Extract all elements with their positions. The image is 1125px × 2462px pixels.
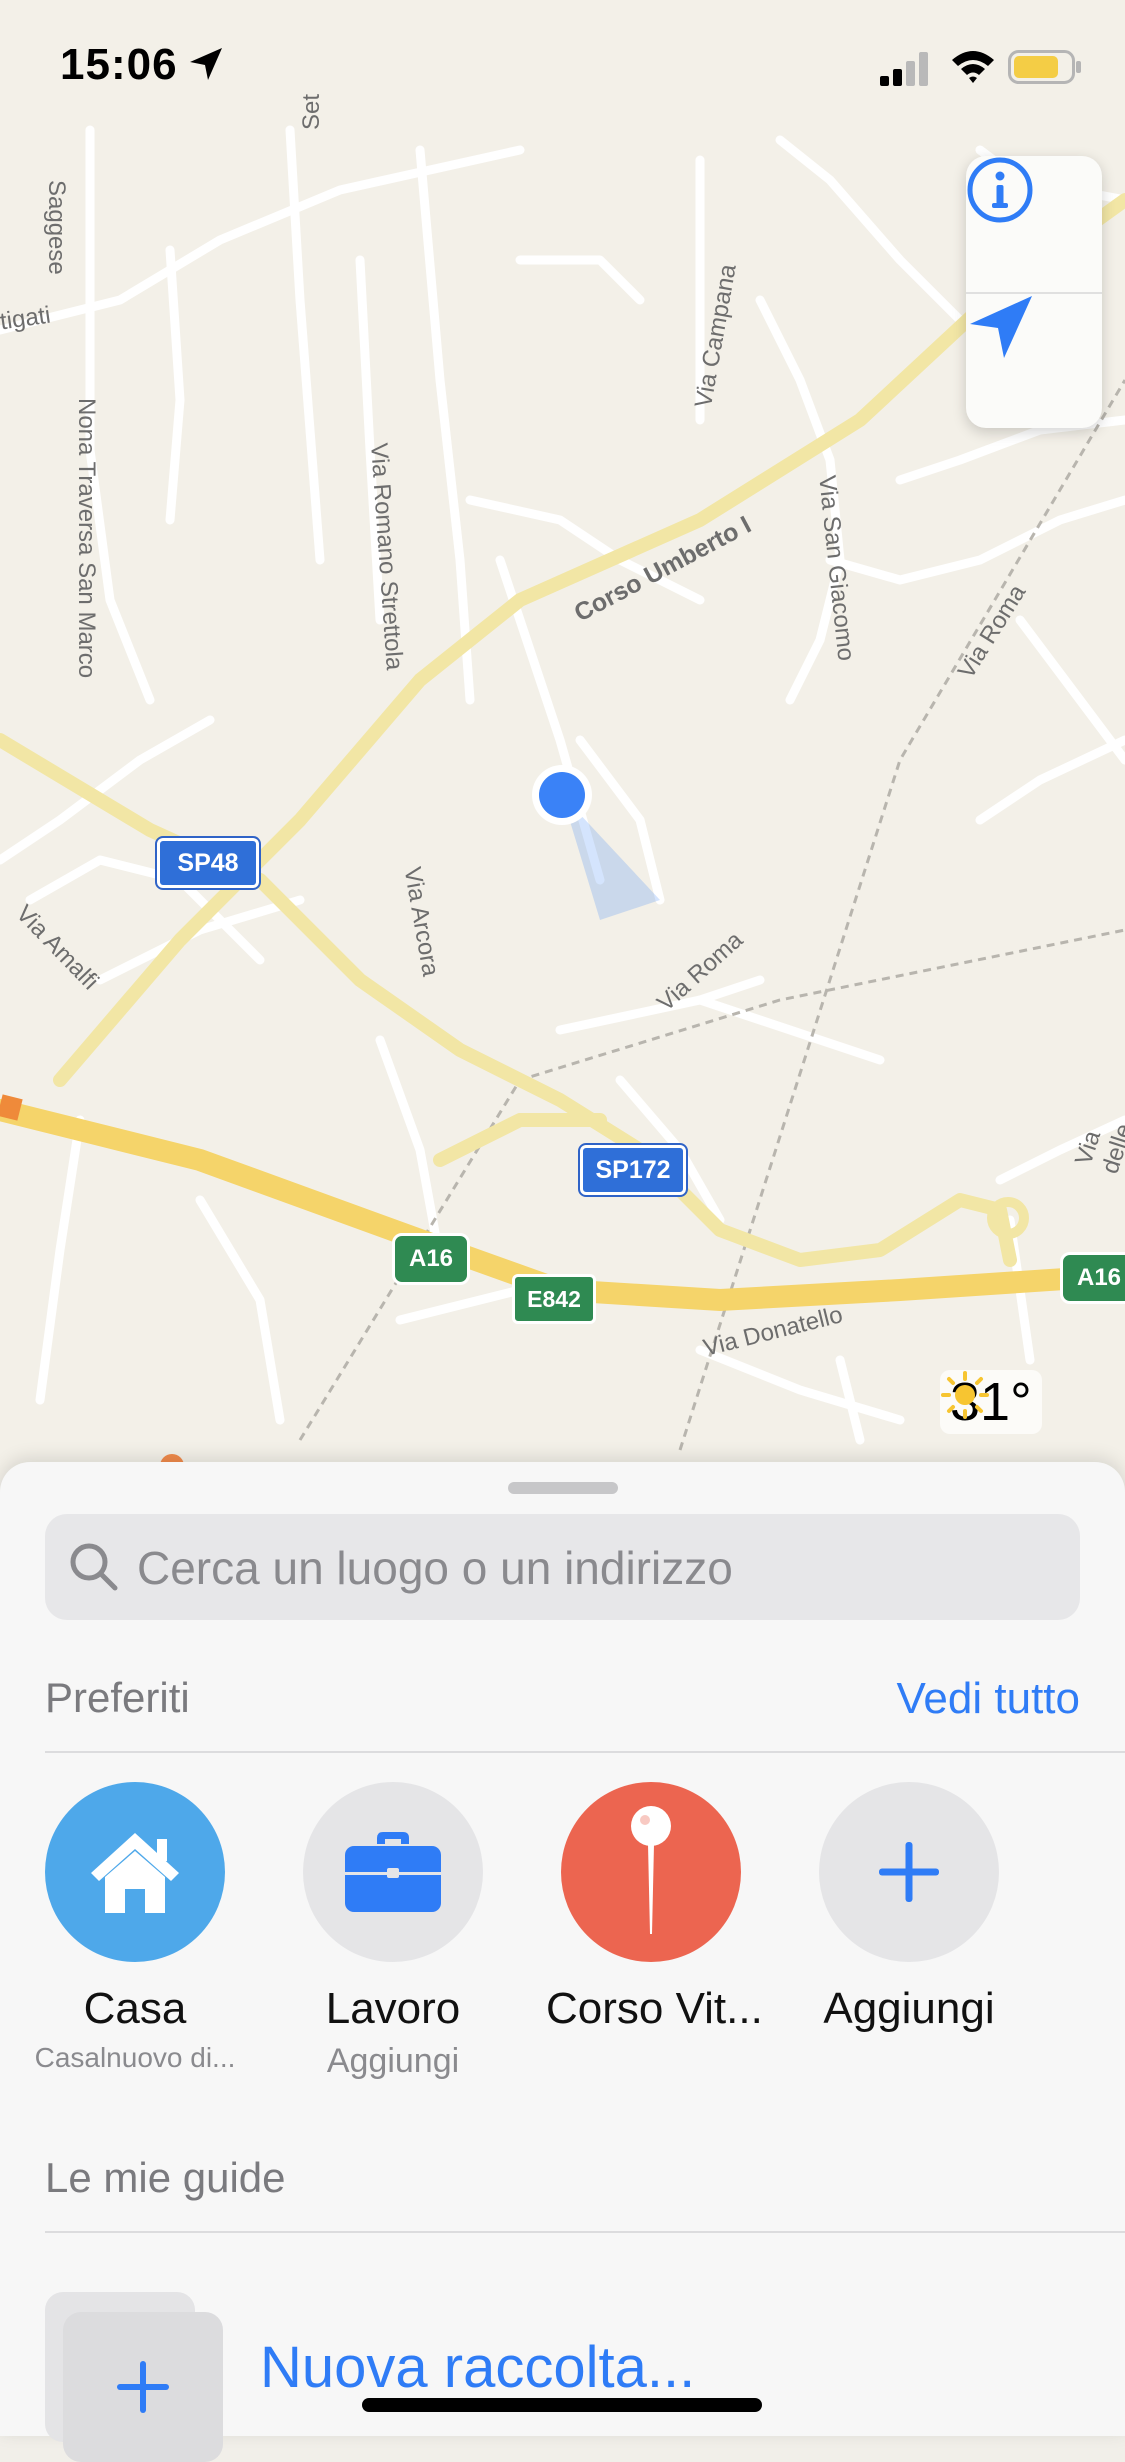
favorite-work-circle — [303, 1782, 483, 1962]
road-shield-e842: E842 — [512, 1274, 596, 1324]
see-all-link[interactable]: Vedi tutto — [897, 1674, 1080, 1724]
plus-icon — [117, 2361, 169, 2413]
wifi-icon — [952, 51, 994, 83]
collection-thumbnail — [45, 2292, 225, 2462]
search-icon — [70, 1543, 118, 1591]
road-shield-sp172: SP172 — [578, 1143, 688, 1197]
divider — [45, 2231, 1125, 2233]
home-indicator[interactable] — [362, 2398, 762, 2412]
search-bar[interactable] — [45, 1514, 1080, 1622]
locate-me-button[interactable] — [966, 292, 1102, 428]
favorite-label: Lavoro — [325, 1984, 461, 2033]
location-arrow-icon — [970, 296, 1032, 358]
briefcase-icon — [345, 1832, 441, 1912]
weather-widget: 31° — [940, 1370, 1042, 1434]
plus-icon — [879, 1842, 939, 1902]
favorite-home[interactable]: Casa Casalnuovo di... — [30, 1782, 240, 2074]
favorite-sublabel: Aggiungi — [326, 2042, 460, 2080]
favorite-label: Aggiungi — [823, 1984, 995, 2033]
map-controls — [966, 156, 1102, 428]
street-label: Saggese — [43, 180, 70, 275]
guides-header: Le mie guide — [45, 2154, 1080, 2214]
bottom-sheet[interactable]: Preferiti Vedi tutto Casa Casalnuovo di.… — [0, 1462, 1125, 2462]
favorite-sublabel: Casalnuovo di... — [34, 2042, 236, 2073]
map-canvas — [0, 0, 1125, 1480]
house-icon — [91, 1833, 179, 1913]
road-shield-a16: A16 — [1060, 1252, 1125, 1304]
favorite-home-circle — [45, 1782, 225, 1962]
sheet-grabber[interactable] — [508, 1482, 618, 1494]
divider — [45, 1751, 1125, 1753]
new-collection-label: Nuova raccolta... — [260, 2335, 696, 2400]
favorites-title: Preferiti — [45, 1674, 190, 1721]
location-services-icon — [190, 48, 222, 80]
road-shield-a16: A16 — [392, 1233, 470, 1285]
cellular-signal-icon — [880, 52, 928, 86]
favorites-header: Preferiti Vedi tutto — [45, 1674, 1080, 1734]
sun-icon — [941, 1371, 989, 1419]
street-label: Nona Traversa San Marco — [73, 398, 100, 679]
favorite-add-circle — [819, 1782, 999, 1962]
favorite-place[interactable]: Corso Vit... — [546, 1782, 763, 2034]
favorite-label: Corso Vit... — [546, 1984, 763, 2033]
status-time: 15:06 — [60, 40, 178, 89]
favorite-add[interactable]: Aggiungi — [804, 1782, 1014, 2034]
favorite-place-circle — [561, 1782, 741, 1962]
battery-icon — [1008, 50, 1081, 84]
favorite-work[interactable]: Lavoro Aggiungi — [288, 1782, 498, 2081]
guides-title: Le mie guide — [45, 2154, 286, 2201]
status-bar: 15:06 — [0, 0, 1125, 130]
pin-icon — [631, 1806, 671, 1934]
map-info-button[interactable] — [966, 156, 1102, 294]
info-icon — [967, 157, 1033, 223]
road-shield-sp48: SP48 — [155, 836, 261, 890]
search-input[interactable] — [135, 1514, 1059, 1622]
favorite-label: Casa — [83, 1984, 187, 2033]
map-view[interactable]: Saggese Set tigati Via Campana Nona Trav… — [0, 0, 1125, 1480]
